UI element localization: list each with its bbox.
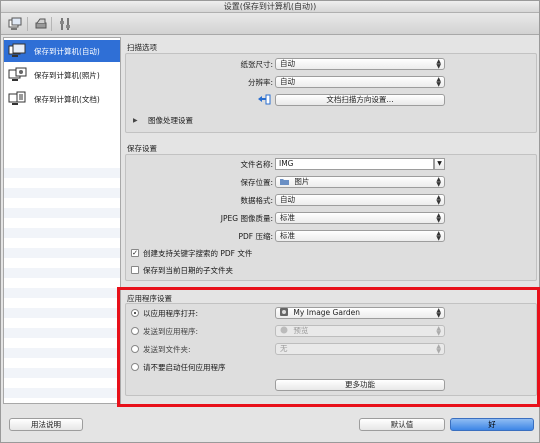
- save-location-label: 保存位置:: [240, 178, 273, 187]
- save-location-select[interactable]: 图片 ▲ ▼: [275, 176, 445, 188]
- toolbar-separator: [51, 17, 52, 31]
- create-searchable-pdf-checkbox[interactable]: ✓: [131, 249, 139, 257]
- pdf-compression-value: 标准: [280, 231, 295, 240]
- updown-arrows-icon: ▲ ▼: [436, 307, 441, 319]
- document-orientation-button[interactable]: 文档扫描方向设置...: [275, 94, 445, 106]
- sidebar-item-label: 保存到计算机(文档): [34, 94, 100, 104]
- create-searchable-pdf-label: 创建支持关键字搜索的 PDF 文件: [143, 249, 253, 258]
- sidebar-empty-area: [4, 158, 120, 403]
- sidebar-item-save-auto[interactable]: 保存到计算机(自动): [4, 40, 120, 62]
- updown-arrows-icon: ▲ ▼: [436, 230, 441, 242]
- paper-size-label: 纸张尺寸:: [240, 60, 273, 69]
- file-name-dropdown-icon[interactable]: ▼: [434, 158, 445, 170]
- scanner-icon[interactable]: [33, 16, 49, 32]
- sidebar-item-label: 保存到计算机(照片): [34, 70, 100, 80]
- computer-document-icon: [8, 91, 26, 105]
- updown-arrows-icon: ▲ ▼: [436, 176, 441, 188]
- sidebar-item-label: 保存到计算机(自动): [34, 46, 100, 56]
- send-to-folder-value: 无: [280, 344, 288, 353]
- settings-window: 设置(保存到计算机(自动)) 保存到计算机(自动) 保存到计算机(照片) 保存到…: [0, 0, 540, 443]
- computer-auto-icon: [8, 43, 26, 57]
- updown-arrows-icon: ▲ ▼: [436, 212, 441, 224]
- my-image-garden-icon: [280, 308, 288, 316]
- updown-arrows-icon: ▲ ▼: [436, 194, 441, 206]
- updown-arrows-icon: ▲ ▼: [436, 325, 441, 337]
- save-to-date-subfolder-checkbox[interactable]: [131, 266, 139, 274]
- pdf-compression-select[interactable]: 标准 ▲ ▼: [275, 230, 445, 242]
- window-title: 设置(保存到计算机(自动)): [1, 1, 539, 13]
- paper-size-select[interactable]: 自动 ▲ ▼: [275, 58, 445, 70]
- open-with-app-value: My Image Garden: [293, 308, 361, 317]
- resolution-value: 自动: [280, 77, 295, 86]
- resolution-select[interactable]: 自动 ▲ ▼: [275, 76, 445, 88]
- sidebar-item-save-photo[interactable]: 保存到计算机(照片): [4, 64, 120, 86]
- open-with-app-select[interactable]: My Image Garden ▲ ▼: [275, 307, 445, 319]
- general-settings-icon[interactable]: [57, 16, 73, 32]
- jpeg-quality-label: JPEG 图像质量:: [220, 214, 273, 223]
- preview-app-icon: [280, 326, 288, 334]
- main-panel: 扫描选项 纸张尺寸: 自动 ▲ ▼ 分辨率: 自动 ▲ ▼ 文档扫描方向设置... …: [123, 37, 537, 404]
- scan-from-computer-icon[interactable]: [7, 16, 23, 32]
- send-to-folder-select[interactable]: 无 ▲ ▼: [275, 343, 445, 355]
- save-location-value: 图片: [294, 177, 310, 186]
- scan-options-title: 扫描选项: [127, 43, 157, 52]
- toolbar-separator: [27, 17, 28, 31]
- sidebar: 保存到计算机(自动) 保存到计算机(照片) 保存到计算机(文档): [3, 37, 121, 404]
- folder-icon: [280, 179, 289, 185]
- send-to-app-radio[interactable]: [131, 327, 139, 335]
- send-to-app-select[interactable]: 预览 ▲ ▼: [275, 325, 445, 337]
- instructions-button[interactable]: 用法说明: [9, 418, 83, 431]
- do-not-start-app-label: 请不要启动任何应用程序: [143, 363, 226, 372]
- paper-size-value: 自动: [280, 59, 295, 68]
- do-not-start-app-radio[interactable]: [131, 363, 139, 371]
- computer-photo-icon: [8, 67, 27, 81]
- updown-arrows-icon: ▲ ▼: [436, 58, 441, 70]
- updown-arrows-icon: ▲ ▼: [436, 76, 441, 88]
- more-functions-button[interactable]: 更多功能: [275, 379, 445, 391]
- data-format-label: 数据格式:: [240, 196, 273, 205]
- send-to-folder-label: 发送到文件夹:: [143, 345, 191, 354]
- image-processing-label[interactable]: 图像处理设置: [148, 115, 193, 126]
- defaults-button[interactable]: 默认值: [359, 418, 445, 431]
- jpeg-quality-value: 标准: [280, 213, 295, 222]
- file-name-label: 文件名称:: [240, 160, 273, 169]
- resolution-label: 分辨率:: [247, 78, 273, 87]
- save-settings-title: 保存设置: [127, 144, 157, 153]
- file-name-input[interactable]: IMG: [275, 158, 434, 170]
- save-to-date-subfolder-label: 保存到当前日期的子文件夹: [143, 266, 233, 275]
- data-format-value: 自动: [280, 195, 295, 204]
- send-to-app-label: 发送到应用程序:: [143, 327, 199, 336]
- document-orientation-icon: [258, 94, 271, 105]
- disclosure-triangle-icon[interactable]: ▶: [133, 117, 138, 124]
- send-to-app-value: 预览: [293, 326, 309, 335]
- sidebar-item-save-document[interactable]: 保存到计算机(文档): [4, 88, 120, 110]
- open-with-app-label: 以应用程序打开:: [143, 309, 199, 318]
- send-to-folder-radio[interactable]: [131, 345, 139, 353]
- data-format-select[interactable]: 自动 ▲ ▼: [275, 194, 445, 206]
- updown-arrows-icon: ▲ ▼: [436, 343, 441, 355]
- pdf-compression-label: PDF 压缩:: [238, 232, 273, 241]
- ok-button[interactable]: 好: [450, 418, 534, 431]
- jpeg-quality-select[interactable]: 标准 ▲ ▼: [275, 212, 445, 224]
- toolbar: [1, 13, 539, 35]
- open-with-app-radio[interactable]: [131, 309, 139, 317]
